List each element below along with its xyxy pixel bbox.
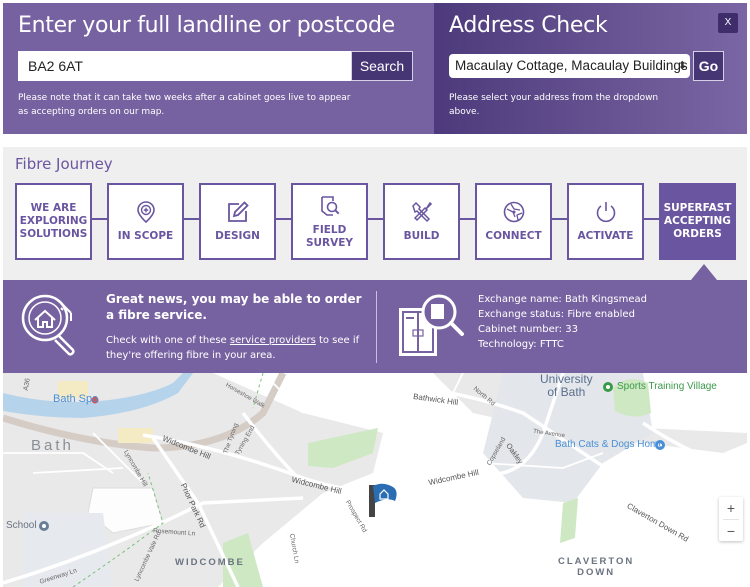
step-label: BUILD: [403, 230, 440, 242]
technology: Technology: FTTC: [478, 339, 564, 350]
tools-icon: [411, 201, 432, 223]
zoom-out-button[interactable]: −: [719, 520, 743, 542]
postcode-input[interactable]: [18, 51, 351, 81]
sports-village-pin-icon[interactable]: [603, 382, 613, 392]
zoom-in-button[interactable]: +: [719, 497, 743, 519]
result-banner: Great news, you may be able to order a f…: [3, 280, 747, 373]
map-label-sports-village[interactable]: Sports Training Village: [617, 381, 717, 392]
close-button[interactable]: X: [718, 13, 738, 33]
step-activate: ACTIVATE: [567, 183, 644, 260]
service-providers-link[interactable]: service providers: [230, 335, 316, 346]
cabinet-number: Cabinet number: 33: [478, 324, 578, 335]
map-label-bath: Bath: [31, 437, 74, 454]
step-label: DESIGN: [215, 230, 260, 242]
step-exploring-solutions: WE ARE EXPLORING SOLUTIONS: [15, 183, 92, 260]
result-headline: Great news, you may be able to order a f…: [106, 292, 362, 322]
edit-pencil-icon: [227, 201, 249, 222]
step-label: FIELD SURVEY: [305, 223, 354, 249]
result-body-prefix: Check with one of these: [106, 335, 230, 346]
map-label-cats-dogs-home[interactable]: Bath Cats & Dogs Home: [555, 439, 664, 450]
location-pin-plus-icon: [136, 201, 155, 224]
address-title: Address Check: [449, 13, 608, 38]
map-label-widcombe: WIDCOMBE: [175, 557, 245, 568]
top-panels: Enter your full landline or postcode Sea…: [3, 3, 747, 134]
step-in-scope: IN SCOPE: [107, 183, 184, 260]
active-step-pointer: [691, 264, 717, 280]
address-note: Please select your address from the drop…: [449, 93, 659, 117]
map-label-claverton-down: CLAVERTON DOWN: [558, 556, 635, 578]
step-label: ACTIVATE: [577, 230, 634, 242]
step-label: SUPERFAST ACCEPTING ORDERS: [663, 202, 732, 240]
globe-network-icon: [503, 201, 524, 223]
step-connect: CONNECT: [475, 183, 552, 260]
search-title: Enter your full landline or postcode: [18, 13, 395, 38]
document-search-icon: [320, 195, 339, 216]
map[interactable]: Bath Spa Bath University of Bath Sports …: [3, 373, 747, 587]
exchange-name: Exchange name: Bath Kingsmead: [478, 294, 647, 305]
selected-address: Macaulay Cottage, Macaulay Buildings: [455, 58, 688, 73]
address-check-panel: Address Check X Macaulay Cottage, Macaul…: [434, 3, 747, 134]
step-label: IN SCOPE: [117, 230, 174, 242]
go-button[interactable]: Go: [693, 51, 724, 81]
page: Enter your full landline or postcode Sea…: [0, 0, 750, 587]
step-superfast-accepting-orders: SUPERFAST ACCEPTING ORDERS: [659, 183, 736, 260]
step-design: DESIGN: [199, 183, 276, 260]
exchange-status: Exchange status: Fibre enabled: [478, 309, 635, 320]
school-pin-icon[interactable]: [39, 521, 49, 531]
exchange-info: Exchange name: Bath Kingsmead Exchange s…: [478, 292, 647, 352]
map-canvas: [3, 373, 747, 587]
search-note: Please note that it can take two weeks a…: [18, 93, 351, 117]
step-build: BUILD: [383, 183, 460, 260]
power-icon: [596, 202, 615, 223]
result-body: Check with one of these service provider…: [106, 333, 366, 363]
fibre-journey: Fibre Journey WE ARE EXPLORING SOLUTIONS…: [3, 147, 747, 280]
address-select[interactable]: Macaulay Cottage, Macaulay Buildings ⬍: [449, 54, 690, 78]
journey-title: Fibre Journey: [15, 155, 113, 173]
map-label-university[interactable]: University of Bath: [540, 373, 593, 399]
step-label: CONNECT: [485, 230, 542, 242]
map-label-school[interactable]: School: [6, 520, 37, 531]
map-label-bath-spa[interactable]: Bath Spa: [53, 393, 98, 405]
map-zoom-control: + −: [719, 497, 743, 541]
house-search-icon: [21, 294, 75, 356]
select-arrows-icon: ⬍: [677, 60, 687, 72]
search-button[interactable]: Search: [351, 51, 413, 81]
step-field-survey: FIELD SURVEY: [291, 183, 368, 260]
banner-divider: [376, 291, 377, 363]
step-label: WE ARE EXPLORING SOLUTIONS: [19, 202, 88, 240]
postcode-search-panel: Enter your full landline or postcode Sea…: [3, 3, 434, 134]
cabinet-search-icon: [399, 294, 464, 356]
